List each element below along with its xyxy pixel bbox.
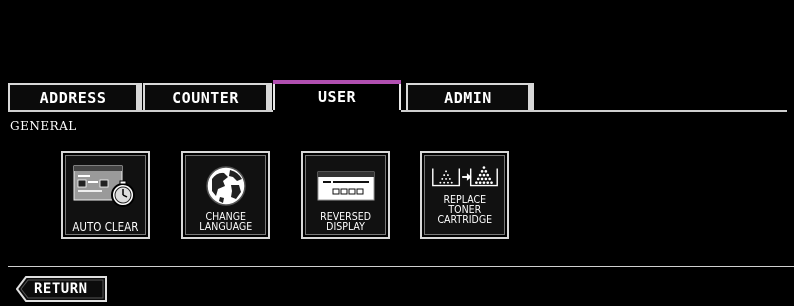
change-language-button[interactable]: CHANGE LANGUAGE: [181, 151, 270, 239]
toner-cartridge-icon: [429, 161, 501, 193]
footer-divider: [8, 266, 794, 267]
globe-icon: [190, 163, 262, 208]
auto-clear-icon: [70, 163, 142, 208]
replace-toner-cartridge-button[interactable]: REPLACE TONER CARTRIDGE: [420, 151, 509, 239]
return-label: RETURN: [34, 281, 88, 297]
tab-counter[interactable]: COUNTER: [143, 83, 272, 110]
reversed-display-label: REVERSED DISPLAY: [320, 210, 371, 233]
tab-address[interactable]: ADDRESS: [8, 83, 142, 110]
replace-toner-cartridge-label: REPLACE TONER CARTRIDGE: [437, 193, 492, 226]
tab-user[interactable]: USER: [273, 80, 401, 112]
auto-clear-button[interactable]: AUTO CLEAR: [61, 151, 150, 239]
reversed-display-button[interactable]: REVERSED DISPLAY: [301, 151, 390, 239]
return-button[interactable]: RETURN: [16, 276, 108, 302]
reversed-display-icon: [310, 163, 382, 208]
active-tab-gap: [273, 110, 401, 112]
tab-admin[interactable]: ADMIN: [406, 83, 534, 110]
section-title: GENERAL: [10, 119, 77, 133]
change-language-label: CHANGE LANGUAGE: [199, 210, 252, 233]
auto-clear-label: AUTO CLEAR: [72, 220, 139, 234]
